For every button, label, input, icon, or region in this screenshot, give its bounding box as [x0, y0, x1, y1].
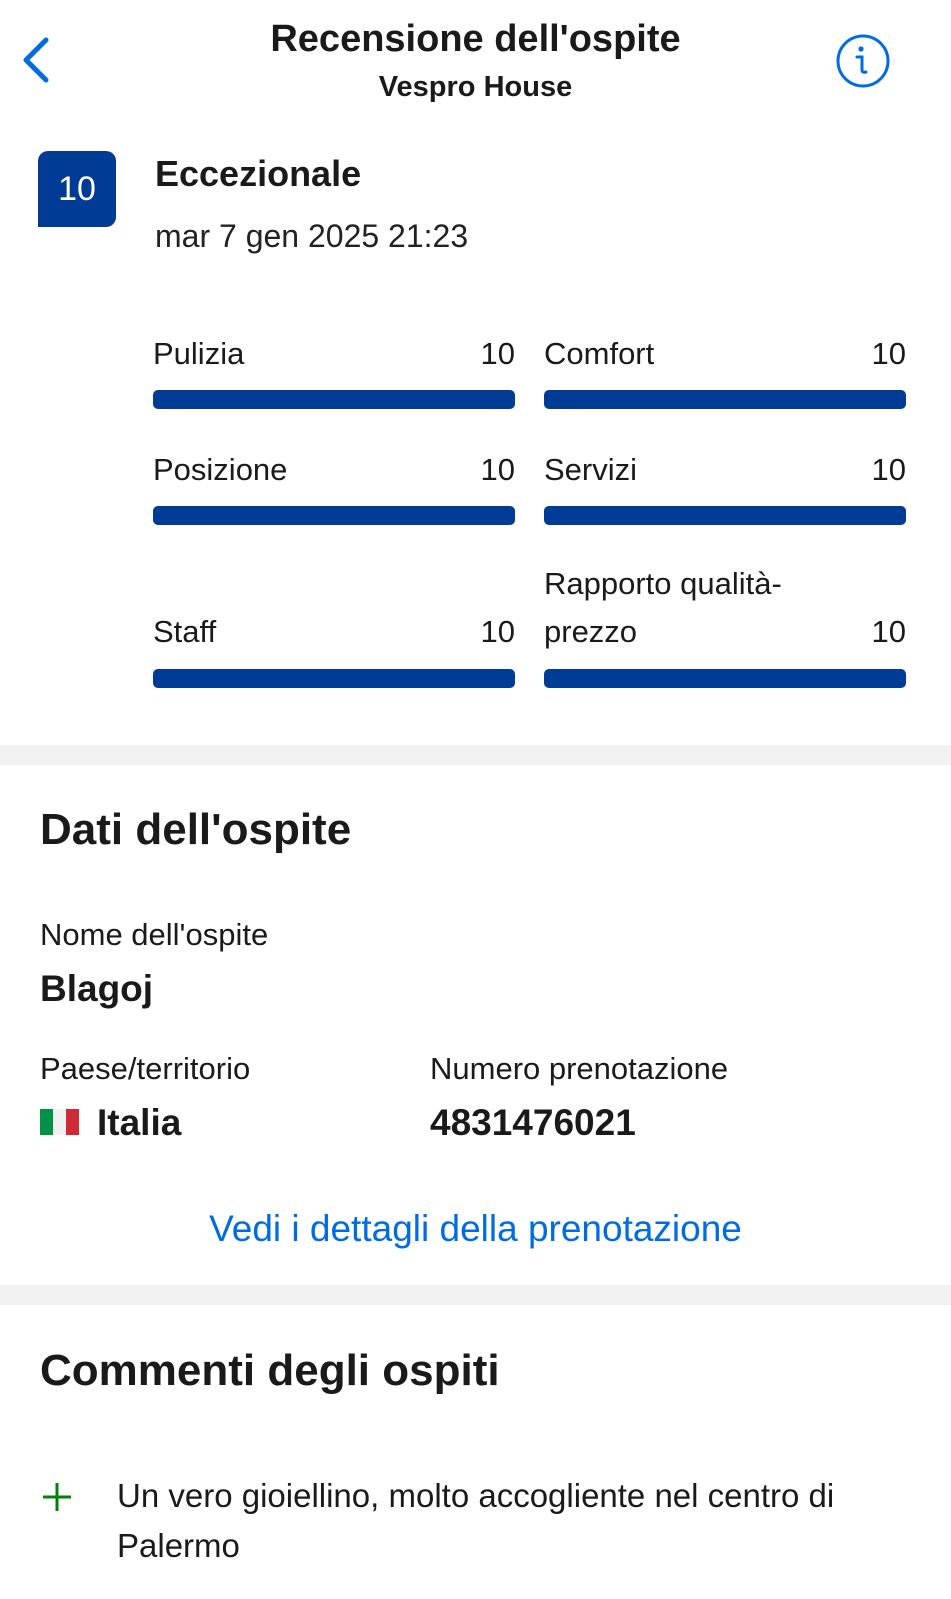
category-value-for-money: Rapporto qualità-prezzo 10	[544, 556, 906, 656]
category-bar-fill	[153, 506, 515, 525]
booking-number: 4831476021	[430, 1102, 636, 1143]
app-header: Recensione dell'ospite Vespro House	[0, 0, 951, 118]
country-value: Italia	[40, 1102, 181, 1144]
category-score: 10	[480, 452, 515, 487]
category-name: Posizione	[153, 452, 288, 487]
category-name: Pulizia	[153, 336, 245, 371]
category-name: Staff	[153, 614, 217, 649]
review-date: mar 7 gen 2025 21:23	[155, 218, 469, 254]
guest-name: Blagoj	[40, 968, 154, 1009]
category-location: Posizione 10	[153, 438, 515, 494]
category-bar-fill	[544, 506, 906, 525]
category-bar-fill	[544, 390, 906, 409]
country-name: Italia	[97, 1102, 182, 1143]
guest-name-label: Nome dell'ospite	[40, 917, 269, 952]
category-cleanliness: Pulizia 10	[153, 322, 515, 378]
category-bar-fill	[153, 390, 515, 409]
category-bar-fill	[544, 669, 906, 688]
country-label: Paese/territorio	[40, 1051, 251, 1086]
category-score: 10	[871, 614, 906, 649]
category-score: 10	[871, 452, 906, 487]
category-name: Rapporto qualità-prezzo	[544, 566, 782, 649]
italy-flag-icon	[40, 1109, 79, 1136]
review-score-badge: 10	[38, 151, 116, 227]
guest-data-heading: Dati dell'ospite	[40, 805, 352, 854]
property-name: Vespro House	[378, 71, 573, 103]
info-icon[interactable]	[835, 33, 891, 89]
category-bar	[153, 669, 515, 688]
category-facilities: Servizi 10	[544, 438, 906, 494]
category-bar	[544, 506, 906, 525]
category-bar	[153, 506, 515, 525]
page-title: Recensione dell'ospite	[270, 18, 681, 60]
review-score-label: Eccezionale	[155, 153, 362, 194]
category-name: Servizi	[544, 452, 638, 487]
section-divider	[0, 745, 951, 765]
category-staff: Staff 10	[153, 556, 515, 656]
section-divider	[0, 1285, 951, 1305]
booking-details-link[interactable]: Vedi i dettagli della prenotazione	[0, 1208, 951, 1250]
category-score: 10	[871, 336, 906, 371]
category-score: 10	[480, 336, 515, 371]
plus-icon	[43, 1483, 71, 1511]
category-comfort: Comfort 10	[544, 322, 906, 378]
category-bar	[544, 669, 906, 688]
positive-comment: Un vero gioiellino, molto accogliente ne…	[117, 1477, 835, 1564]
category-bar-fill	[153, 669, 515, 688]
category-bar	[153, 390, 515, 409]
category-score: 10	[480, 614, 515, 649]
category-bar	[544, 390, 906, 409]
booking-number-label: Numero prenotazione	[430, 1051, 729, 1086]
guest-comments-heading: Commenti degli ospiti	[40, 1346, 500, 1395]
category-name: Comfort	[544, 336, 655, 371]
